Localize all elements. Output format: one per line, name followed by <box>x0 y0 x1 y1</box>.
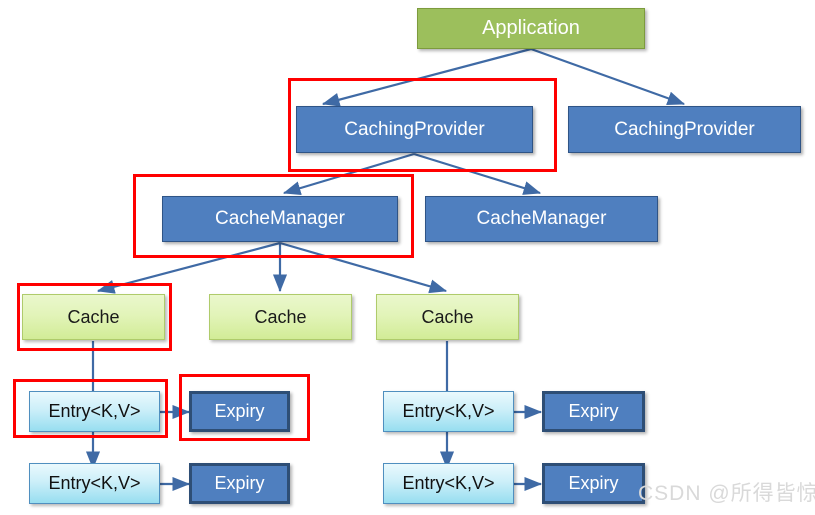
node-entry-right-2[interactable]: Entry<K,V> <box>383 463 514 504</box>
node-expiry-left-2[interactable]: Expiry <box>189 463 290 504</box>
highlight-caching-provider-1 <box>288 78 557 172</box>
node-caching-provider-2[interactable]: CachingProvider <box>568 106 801 153</box>
node-entry-left-2[interactable]: Entry<K,V> <box>29 463 160 504</box>
highlight-cache-1 <box>17 283 172 351</box>
node-entry-right-1[interactable]: Entry<K,V> <box>383 391 514 432</box>
highlight-expiry-left-1 <box>179 374 310 441</box>
diagram-canvas: Application CachingProvider CachingProvi… <box>0 0 815 515</box>
highlight-cache-manager-1 <box>133 174 414 258</box>
node-cache-2[interactable]: Cache <box>209 294 352 340</box>
node-cache-manager-2[interactable]: CacheManager <box>425 196 658 242</box>
node-cache-3[interactable]: Cache <box>376 294 519 340</box>
node-expiry-right-2[interactable]: Expiry <box>542 463 645 504</box>
node-expiry-right-1[interactable]: Expiry <box>542 391 645 432</box>
node-application[interactable]: Application <box>417 8 645 49</box>
highlight-entry-left-1 <box>13 379 168 438</box>
csdn-watermark: CSDN @所得皆惊喜 <box>638 482 815 505</box>
